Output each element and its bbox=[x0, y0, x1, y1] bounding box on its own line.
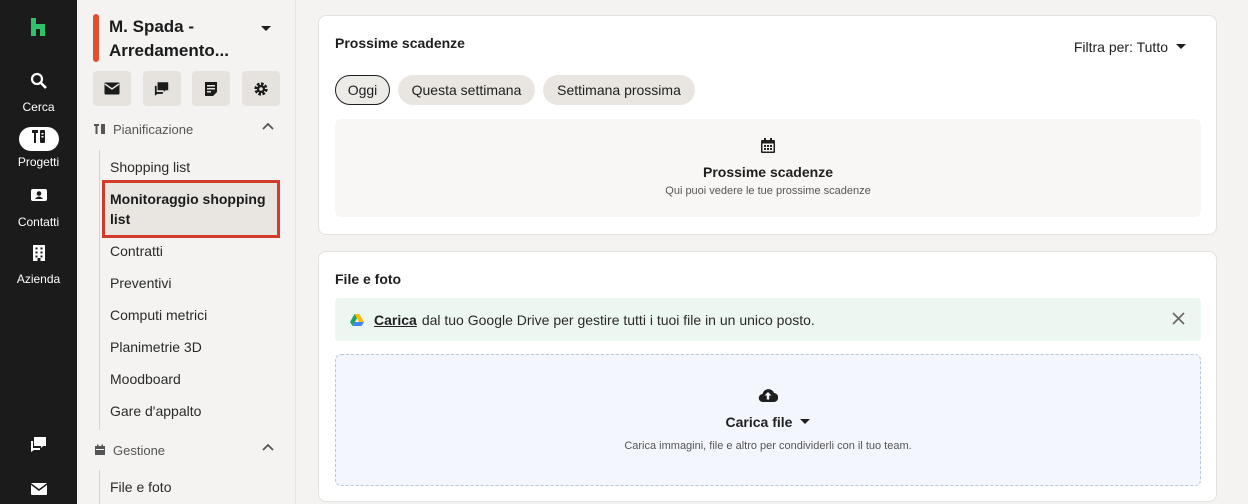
project-color-bar bbox=[93, 14, 99, 62]
rail-item-company[interactable]: Azienda bbox=[0, 243, 77, 286]
section-planning-header[interactable]: Pianificazione bbox=[94, 119, 284, 139]
section-title: Pianificazione bbox=[113, 121, 194, 137]
nav-item-shopping-list-monitoring[interactable]: Monitoraggio shopping list bbox=[102, 180, 280, 238]
houzz-logo-icon[interactable] bbox=[27, 16, 49, 38]
company-icon bbox=[19, 244, 59, 268]
nav-item-bills-of-quantities[interactable]: Computi metrici bbox=[110, 305, 278, 325]
banner-text: dal tuo Google Drive per gestire tutti i… bbox=[421, 311, 815, 328]
pill-next-week[interactable]: Settimana prossima bbox=[543, 75, 695, 105]
rail-item-search[interactable]: Cerca bbox=[0, 70, 77, 114]
nav-tree-line bbox=[99, 150, 100, 430]
empty-state-title: Prossime scadenze bbox=[703, 164, 833, 180]
close-icon[interactable] bbox=[1172, 312, 1185, 325]
upload-subtitle: Carica immagini, file e altro per condiv… bbox=[624, 440, 912, 452]
project-name[interactable]: M. Spada - Arredamento... bbox=[109, 15, 249, 63]
search-icon bbox=[19, 72, 59, 96]
mail-button[interactable] bbox=[93, 71, 131, 106]
caret-down-icon bbox=[800, 419, 811, 424]
chat-icon bbox=[154, 82, 169, 96]
settings-button[interactable] bbox=[242, 71, 280, 106]
nav-item-shopping-list[interactable]: Shopping list bbox=[110, 157, 278, 177]
chat-icon bbox=[30, 437, 46, 452]
filter-label: Filtra per: Tutto bbox=[1073, 39, 1168, 55]
section-management-header[interactable]: Gestione bbox=[94, 440, 284, 460]
filter-dropdown[interactable]: Filtra per: Tutto bbox=[1074, 39, 1186, 55]
mail-icon bbox=[30, 483, 47, 495]
app-rail: Cerca Progetti Contatti Azienda bbox=[0, 0, 77, 504]
rail-label: Cerca bbox=[22, 100, 55, 114]
files-card: File e foto Carica dal tuo Google Drive … bbox=[318, 251, 1217, 502]
caret-down-icon[interactable] bbox=[260, 25, 272, 33]
chat-button[interactable] bbox=[143, 71, 181, 106]
rail-label: Azienda bbox=[16, 272, 61, 286]
projects-icon bbox=[18, 127, 59, 151]
google-drive-icon bbox=[350, 313, 364, 326]
cloud-upload-icon bbox=[758, 389, 778, 403]
empty-state-subtitle: Qui puoi vedere le tue prossime scadenze bbox=[665, 185, 871, 197]
nav-item-moodboard[interactable]: Moodboard bbox=[110, 369, 278, 389]
mail-icon bbox=[104, 82, 120, 95]
caret-down-icon bbox=[1176, 44, 1186, 49]
rail-item-contacts[interactable]: Contatti bbox=[0, 185, 77, 229]
notes-icon bbox=[205, 81, 217, 96]
deadlines-title: Prossime scadenze bbox=[335, 35, 465, 51]
notes-button[interactable] bbox=[192, 71, 230, 106]
nav-item-files-photos[interactable]: File e foto bbox=[110, 477, 278, 497]
deadlines-empty-state: Prossime scadenze Qui puoi vedere le tue… bbox=[335, 119, 1201, 217]
chevron-up-icon bbox=[262, 122, 274, 130]
google-drive-banner: Carica dal tuo Google Drive per gestire … bbox=[335, 298, 1201, 341]
settings-icon bbox=[254, 81, 268, 96]
nav-tree-line bbox=[99, 470, 100, 504]
rail-chat-button[interactable] bbox=[0, 436, 77, 452]
planning-icon bbox=[94, 124, 105, 134]
nav-item-tenders[interactable]: Gare d'appalto bbox=[110, 401, 278, 421]
rail-item-projects[interactable]: Progetti bbox=[0, 124, 77, 169]
contacts-icon bbox=[19, 187, 59, 211]
upload-files-button[interactable]: Carica file bbox=[336, 414, 1200, 430]
section-title: Gestione bbox=[113, 442, 166, 458]
calendar-icon bbox=[761, 138, 775, 153]
pill-this-week[interactable]: Questa settimana bbox=[398, 75, 535, 105]
nav-item-quotes[interactable]: Preventivi bbox=[110, 273, 278, 293]
upload-title: Carica file bbox=[725, 414, 793, 430]
file-upload-dropzone[interactable]: Carica file Carica immagini, file e altr… bbox=[335, 354, 1201, 486]
deadlines-card: Prossime scadenze Filtra per: Tutto Oggi… bbox=[318, 15, 1217, 235]
rail-label: Contatti bbox=[17, 215, 60, 229]
nav-item-contracts[interactable]: Contratti bbox=[110, 241, 278, 261]
rail-mail-button[interactable] bbox=[0, 482, 77, 496]
google-drive-upload-link[interactable]: Carica bbox=[374, 312, 417, 328]
chevron-up-icon bbox=[262, 443, 274, 451]
project-sidebar: M. Spada - Arredamento... Pianificazione… bbox=[77, 0, 296, 504]
pill-today[interactable]: Oggi bbox=[335, 75, 390, 105]
rail-label: Progetti bbox=[17, 155, 60, 169]
files-title: File e foto bbox=[335, 271, 402, 287]
management-icon bbox=[95, 444, 105, 455]
nav-item-3d-floorplans[interactable]: Planimetrie 3D bbox=[110, 337, 278, 357]
